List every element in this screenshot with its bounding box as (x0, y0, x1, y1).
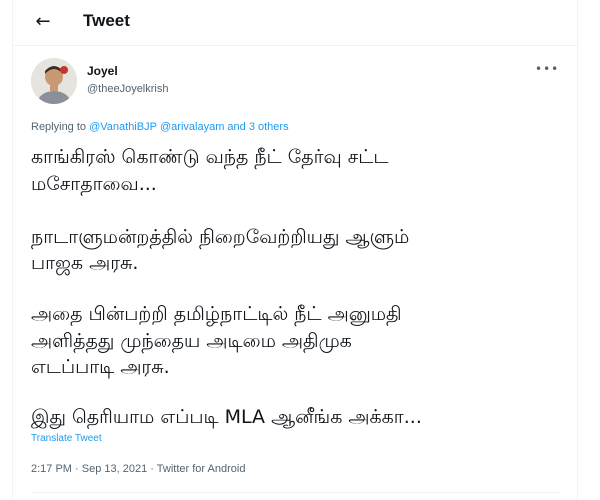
person-avatar-icon (31, 58, 77, 104)
tweet-metadata: 2:17 PM · Sep 13, 2021 · Twitter for And… (31, 463, 245, 475)
tweet-text-line: எடப்பாடி அரசு. (31, 356, 170, 378)
back-arrow-icon[interactable]: ← (31, 10, 55, 34)
replying-to: Replying to @VanathiBJP @arivalayam and … (31, 121, 289, 133)
meta-separator: · (71, 463, 82, 475)
author-name[interactable]: Joyel (87, 64, 118, 78)
tweet-text-line: இது தெரியாம எப்படி MLA ஆனீங்க அக்கா... (31, 406, 422, 428)
meta-separator: · (147, 463, 157, 475)
translate-tweet-link[interactable]: Translate Tweet (31, 433, 102, 444)
tweet-page: ← Tweet Joyel @theeJoyelkrish ••• Replyi… (12, 0, 578, 500)
divider (31, 492, 559, 493)
tweet-text-line: பாஜக அரசு. (31, 252, 139, 274)
tweet-text-line: அளித்தது முந்தைய அடிமை அதிமுக (31, 330, 352, 352)
reply-user-link-1[interactable]: @VanathiBJP (89, 121, 157, 133)
page-title: Tweet (83, 11, 130, 30)
tweet-text-line: நாடாளுமன்றத்தில் நிறைவேற்றியது ஆளும் (31, 226, 410, 248)
tweet-source[interactable]: Twitter for Android (157, 463, 246, 475)
tweet-text-line: காங்கிரஸ் கொண்டு வந்த நீட் தேர்வு சட்ட (31, 146, 389, 168)
author-handle[interactable]: @theeJoyelkrish (87, 83, 168, 95)
replying-prefix: Replying to (31, 121, 90, 133)
tweet-text-line: மசோதாவை... (31, 173, 157, 195)
tweet-text-line: அதை பின்பற்றி தமிழ்நாட்டில் நீட் அனுமதி (31, 303, 402, 325)
tweet-date[interactable]: Sep 13, 2021 (82, 463, 147, 475)
reply-user-link-2[interactable]: @arivalayam (160, 121, 224, 133)
reply-others-link[interactable]: 3 others (249, 121, 289, 133)
avatar[interactable] (31, 58, 77, 104)
reply-and-text: and (224, 121, 249, 133)
page-header: ← Tweet (13, 0, 577, 46)
more-options-icon[interactable]: ••• (535, 62, 559, 78)
tweet-time[interactable]: 2:17 PM (31, 463, 72, 475)
